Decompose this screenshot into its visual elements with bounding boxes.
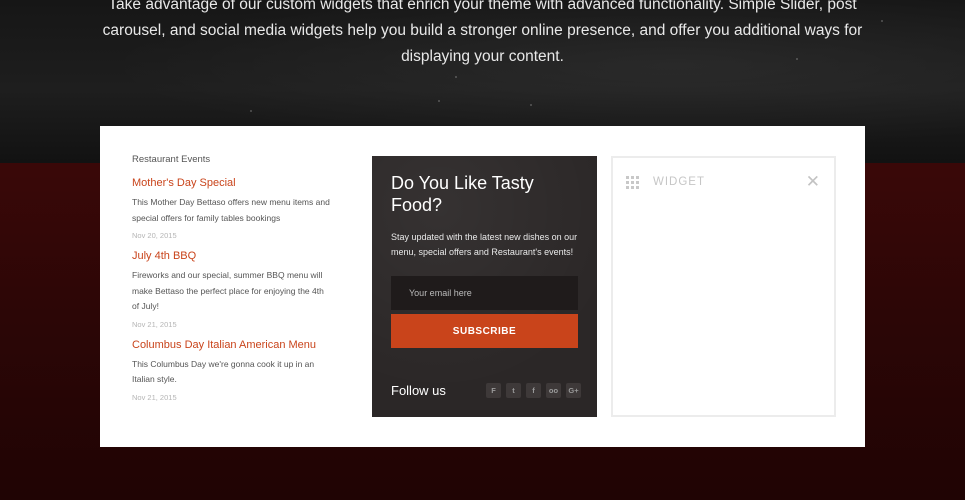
event-date: Nov 20, 2015 xyxy=(132,231,177,240)
widgets-card: Restaurant Events Mother's Day Special T… xyxy=(100,126,865,447)
intro-text: Take advantage of our custom widgets tha… xyxy=(102,0,863,65)
event-title-link[interactable]: Mother's Day Special xyxy=(132,177,332,189)
email-input[interactable] xyxy=(391,276,578,310)
events-heading: Restaurant Events xyxy=(132,154,211,165)
event-date: Nov 21, 2015 xyxy=(132,392,177,402)
social-icons: F t f oo G+ xyxy=(486,383,581,398)
event-title-link[interactable]: Columbus Day Italian American Menu xyxy=(132,339,332,351)
newsletter-text: Stay updated with the latest new dishes … xyxy=(391,232,578,257)
close-icon[interactable]: ✕ xyxy=(806,173,820,190)
event-date: Nov 21, 2015 xyxy=(132,319,177,329)
event-item: Columbus Day Italian American Menu This … xyxy=(132,339,332,402)
event-description: This Columbus Day we're gonna cook it up… xyxy=(132,358,315,385)
event-description: This Mother Day Bettaso offers new menu … xyxy=(132,197,330,223)
event-title-link[interactable]: July 4th BBQ xyxy=(132,250,332,262)
newsletter-title: Do You Like Tasty Food? xyxy=(391,173,534,215)
background-speck xyxy=(455,76,457,78)
widget-placeholder: WIDGET ✕ xyxy=(611,156,836,417)
event-item: Mother's Day Special This Mother Day Bet… xyxy=(132,177,332,240)
subscribe-button[interactable]: SUBSCRIBE xyxy=(391,314,578,348)
follow-us-label: Follow us xyxy=(391,383,446,398)
background-speck xyxy=(881,20,883,22)
widget-header: WIDGET ✕ xyxy=(626,173,820,190)
drag-grid-icon[interactable] xyxy=(626,175,639,189)
facebook-icon[interactable]: f xyxy=(526,383,541,398)
restaurant-events-widget: Restaurant Events Mother's Day Special T… xyxy=(132,154,332,412)
background-speck xyxy=(250,110,252,112)
google-plus-icon[interactable]: G+ xyxy=(566,383,581,398)
tripadvisor-icon[interactable]: oo xyxy=(546,383,561,398)
twitter-icon[interactable]: t xyxy=(506,383,521,398)
widget-label: WIDGET xyxy=(653,176,705,188)
background-speck xyxy=(438,100,440,102)
newsletter-widget: Do You Like Tasty Food? Stay updated wit… xyxy=(372,156,597,417)
event-description: Fireworks and our special, summer BBQ me… xyxy=(132,270,324,311)
background-speck xyxy=(530,104,532,106)
follow-us-bar: Follow us F t f oo G+ xyxy=(391,383,581,398)
foursquare-icon[interactable]: F xyxy=(486,383,501,398)
event-item: July 4th BBQ Fireworks and our special, … xyxy=(132,250,332,329)
